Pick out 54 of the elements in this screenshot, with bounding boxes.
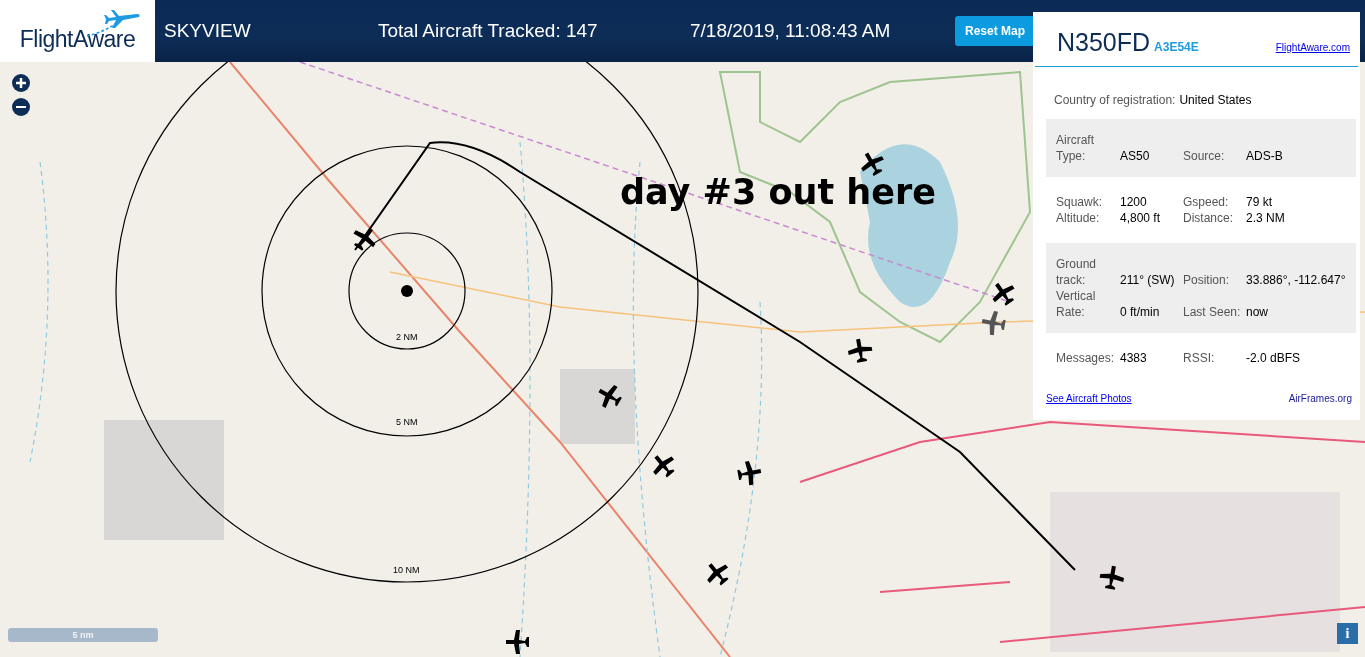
range-ring-label: 2 NM [396, 332, 418, 342]
field-value: 4,800 ft [1120, 210, 1162, 226]
scale-bar: 5 nm [8, 628, 158, 642]
aircraft-callsign: N350FD [1057, 28, 1151, 57]
field-label: Last Seen: [1183, 304, 1242, 320]
airplane-icon[interactable] [506, 630, 529, 654]
airframes-link[interactable]: AirFrames.org [1288, 393, 1352, 404]
field-label: Squawk: [1056, 194, 1104, 210]
flightaware-link[interactable]: FlightAware.com [1275, 42, 1350, 53]
field-label: Ground track: [1056, 256, 1098, 288]
field-label: Source: [1183, 148, 1226, 164]
airplane-icon[interactable] [1099, 565, 1124, 590]
field-label: Distance: [1183, 210, 1235, 226]
date-time: 7/18/2019, 11:08:43 AM [690, 20, 892, 42]
airplane-icon[interactable] [861, 152, 884, 176]
airplane-icon[interactable] [707, 563, 729, 586]
airplane-icon[interactable] [653, 455, 675, 478]
field-label: RSSI: [1183, 350, 1216, 366]
field-value: United States [1179, 93, 1252, 107]
field-value: 33.886°, -112.647° [1246, 272, 1347, 288]
field-value: 211° (SW) [1120, 272, 1176, 288]
field-value: 79 kt [1246, 194, 1273, 210]
field-value: 2.3 NM [1246, 210, 1286, 226]
hex-code: A3E54E [1154, 40, 1200, 54]
airplane-icon[interactable] [737, 461, 762, 486]
field-label: Aircraft Type: [1056, 132, 1095, 164]
field-value: 4383 [1120, 350, 1148, 366]
airplane-icon[interactable] [598, 385, 622, 408]
field-value: ADS-B [1246, 148, 1284, 164]
field-label: Altitude: [1056, 210, 1101, 226]
range-ring-label: 10 NM [393, 565, 420, 575]
field-label: Vertical Rate: [1056, 288, 1097, 320]
field-value: now [1246, 304, 1269, 320]
field-value: 1200 [1120, 194, 1148, 210]
minus-icon [16, 105, 26, 109]
field-value: 0 ft/min [1120, 304, 1161, 320]
info-button[interactable]: i [1337, 623, 1358, 644]
receiver-dot [401, 285, 413, 297]
field-label: Position: [1183, 272, 1231, 288]
logo-text: FlightAware [19, 26, 136, 53]
airplane-icon[interactable] [981, 311, 1006, 336]
plus-icon [16, 78, 26, 88]
airplane-icon[interactable] [353, 227, 376, 251]
aircraft-photos-link[interactable]: See Aircraft Photos [1046, 393, 1132, 404]
field-label: Country of registration: [1054, 93, 1176, 107]
field-value: -2.0 dBFS [1246, 350, 1302, 366]
range-ring-label: 5 NM [396, 417, 418, 427]
field-value: AS50 [1120, 148, 1151, 164]
app-title: SKYVIEW [164, 20, 252, 42]
aircraft-count: Total Aircraft Tracked: 147 [378, 20, 599, 42]
airplane-icon[interactable] [848, 338, 873, 363]
airplane-icon[interactable] [992, 282, 1015, 306]
field-label: Gspeed: [1183, 194, 1230, 210]
field-label: Messages: [1056, 350, 1116, 366]
